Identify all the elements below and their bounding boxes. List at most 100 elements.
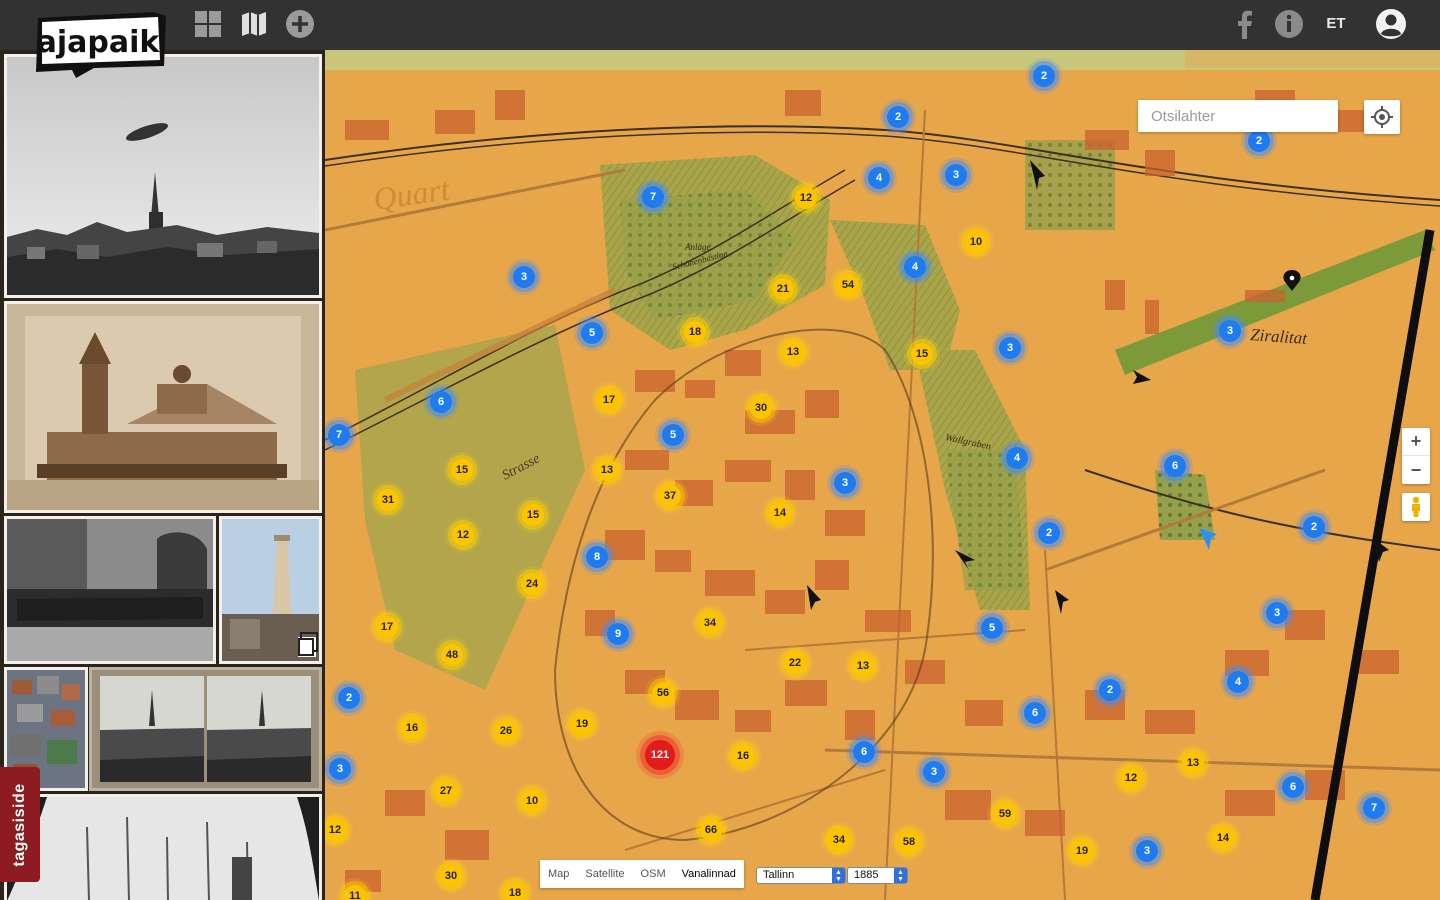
- cluster-marker[interactable]: 26: [495, 720, 517, 742]
- photo-thumbnail-crowd[interactable]: [4, 516, 216, 664]
- cluster-marker[interactable]: 37: [659, 485, 681, 507]
- add-icon[interactable]: [284, 8, 316, 40]
- cluster-marker[interactable]: 3: [999, 337, 1021, 359]
- zoom-in-button[interactable]: +: [1402, 428, 1430, 456]
- cluster-marker[interactable]: 5: [981, 617, 1003, 639]
- cluster-marker[interactable]: 4: [1227, 671, 1249, 693]
- cluster-marker[interactable]: 14: [769, 502, 791, 524]
- cluster-marker[interactable]: 17: [376, 616, 398, 638]
- cluster-marker[interactable]: 7: [328, 424, 350, 446]
- cluster-marker[interactable]: 8: [586, 546, 608, 568]
- cluster-marker[interactable]: 2: [1303, 516, 1325, 538]
- year-select[interactable]: 1885 ▲ ▼: [847, 867, 908, 884]
- cluster-marker[interactable]: 6: [1024, 702, 1046, 724]
- cluster-marker[interactable]: 54: [837, 274, 859, 296]
- cluster-marker[interactable]: 16: [732, 745, 754, 767]
- zoom-out-button[interactable]: −: [1402, 456, 1430, 484]
- cluster-marker[interactable]: 7: [642, 186, 664, 208]
- cluster-marker[interactable]: 15: [522, 504, 544, 526]
- cluster-marker[interactable]: 15: [911, 343, 933, 365]
- cluster-marker[interactable]: 2: [1099, 679, 1121, 701]
- cluster-marker[interactable]: 3: [329, 758, 351, 780]
- cluster-marker[interactable]: 15: [451, 459, 473, 481]
- historic-map[interactable]: Quart Ziralitat Strasse Wallgraben Schön…: [325, 50, 1440, 900]
- cluster-marker[interactable]: 3: [513, 266, 535, 288]
- map-search-input[interactable]: [1138, 100, 1338, 132]
- map-type-vanalinnad[interactable]: Vanalinnad: [674, 860, 744, 888]
- cluster-marker[interactable]: 13: [852, 655, 874, 677]
- cluster-marker[interactable]: 18: [504, 882, 526, 900]
- map-type-satellite[interactable]: Satellite: [577, 860, 632, 888]
- cluster-marker[interactable]: 4: [868, 167, 890, 189]
- ajapaik-logo[interactable]: ajapaik: [34, 10, 168, 80]
- cluster-marker[interactable]: 4: [1006, 447, 1028, 469]
- cluster-marker[interactable]: 12: [795, 187, 817, 209]
- cluster-marker[interactable]: 10: [521, 790, 543, 812]
- city-select[interactable]: Tallinn ▲ ▼: [756, 867, 846, 884]
- cluster-marker[interactable]: 27: [435, 780, 457, 802]
- cluster-marker[interactable]: 6: [430, 391, 452, 413]
- cluster-marker[interactable]: 7: [1363, 797, 1385, 819]
- feedback-tab[interactable]: tagasiside: [0, 767, 40, 882]
- cluster-marker[interactable]: 18: [684, 321, 706, 343]
- cluster-marker[interactable]: 12: [1120, 767, 1142, 789]
- cluster-marker[interactable]: 12: [452, 524, 474, 546]
- cluster-marker[interactable]: 11: [344, 885, 366, 900]
- cluster-marker[interactable]: 66: [700, 819, 722, 841]
- photo-thumbnail-chimney[interactable]: [219, 516, 322, 664]
- cluster-marker[interactable]: 9: [607, 623, 629, 645]
- photo-thumbnail-church[interactable]: [4, 301, 322, 513]
- cluster-marker[interactable]: 3: [945, 164, 967, 186]
- cluster-marker[interactable]: 2: [1038, 522, 1060, 544]
- facebook-icon[interactable]: [1228, 8, 1260, 40]
- cluster-marker-large[interactable]: 121: [645, 740, 675, 770]
- cluster-marker[interactable]: 6: [1164, 455, 1186, 477]
- cluster-marker[interactable]: 34: [828, 829, 850, 851]
- photo-thumbnail-zeppelin[interactable]: [4, 54, 322, 298]
- cluster-marker[interactable]: 3: [834, 472, 856, 494]
- info-icon[interactable]: [1273, 8, 1305, 40]
- cluster-marker[interactable]: 56: [652, 682, 674, 704]
- cluster-marker[interactable]: 13: [782, 341, 804, 363]
- cluster-marker[interactable]: 3: [1266, 602, 1288, 624]
- cluster-marker[interactable]: 48: [441, 644, 463, 666]
- cluster-marker[interactable]: 16: [401, 717, 423, 739]
- cluster-marker[interactable]: 2: [1248, 130, 1270, 152]
- language-switch[interactable]: ET: [1318, 15, 1354, 35]
- cluster-marker[interactable]: 3: [1136, 840, 1158, 862]
- cluster-marker[interactable]: 34: [699, 612, 721, 634]
- cluster-marker[interactable]: 59: [994, 803, 1016, 825]
- cluster-marker[interactable]: 5: [581, 322, 603, 344]
- cluster-marker[interactable]: 30: [750, 397, 772, 419]
- cluster-marker[interactable]: 2: [338, 687, 360, 709]
- cluster-marker[interactable]: 3: [1219, 320, 1241, 342]
- cluster-marker[interactable]: 12: [325, 819, 346, 841]
- locate-button[interactable]: [1364, 100, 1400, 134]
- cluster-marker[interactable]: 2: [1033, 65, 1055, 87]
- map-type-map[interactable]: Map: [540, 860, 577, 888]
- cluster-marker[interactable]: 19: [571, 713, 593, 735]
- cluster-marker[interactable]: 2: [887, 106, 909, 128]
- photo-thumbnail-harbor[interactable]: [4, 794, 322, 900]
- cluster-marker[interactable]: 13: [1182, 752, 1204, 774]
- street-view-pegman[interactable]: [1402, 493, 1430, 521]
- cluster-marker[interactable]: 24: [521, 573, 543, 595]
- cluster-marker[interactable]: 31: [377, 489, 399, 511]
- user-icon[interactable]: [1375, 8, 1407, 40]
- photo-thumbnail-stereo[interactable]: [89, 667, 322, 791]
- cluster-marker[interactable]: 4: [904, 256, 926, 278]
- cluster-marker[interactable]: 21: [772, 278, 794, 300]
- cluster-marker[interactable]: 6: [1282, 776, 1304, 798]
- cluster-marker[interactable]: 10: [965, 231, 987, 253]
- cluster-marker[interactable]: 30: [440, 865, 462, 887]
- cluster-marker[interactable]: 58: [898, 831, 920, 853]
- cluster-marker[interactable]: 22: [784, 652, 806, 674]
- cluster-marker[interactable]: 5: [662, 424, 684, 446]
- cluster-marker[interactable]: 17: [598, 389, 620, 411]
- cluster-marker[interactable]: 13: [596, 459, 618, 481]
- cluster-marker[interactable]: 3: [923, 761, 945, 783]
- cluster-marker[interactable]: 19: [1071, 840, 1093, 862]
- cluster-marker[interactable]: 6: [853, 741, 875, 763]
- cluster-marker[interactable]: 14: [1212, 827, 1234, 849]
- grid-icon[interactable]: [192, 8, 224, 40]
